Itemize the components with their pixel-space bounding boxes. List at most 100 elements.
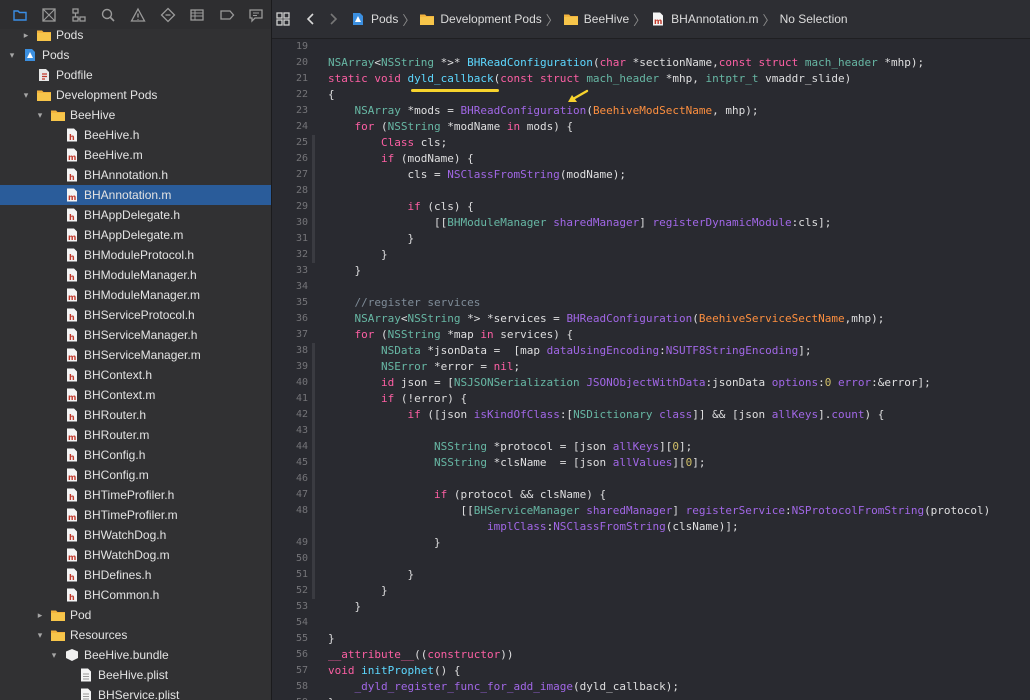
code-line[interactable]: 35 //register services: [272, 295, 1030, 311]
code-line[interactable]: 43: [272, 423, 1030, 439]
code-line[interactable]: 42 if ([json isKindOfClass:[NSDictionary…: [272, 407, 1030, 423]
code-line[interactable]: 23 NSArray *mods = BHReadConfiguration(B…: [272, 103, 1030, 119]
forward-button[interactable]: [322, 8, 344, 30]
code-line[interactable]: 37 for (NSString *map in services) {: [272, 327, 1030, 343]
code-line[interactable]: 40 id json = [NSJSONSerialization JSONOb…: [272, 375, 1030, 391]
code-fold-ribbon[interactable]: [312, 215, 315, 231]
tree-file-row[interactable]: m BHAppDelegate.m: [0, 225, 271, 245]
code-fold-ribbon[interactable]: [312, 439, 315, 455]
tree-file-row[interactable]: h BHDefines.h: [0, 565, 271, 585]
source-control-icon[interactable]: [35, 3, 65, 27]
test-icon[interactable]: [153, 3, 183, 27]
code-line[interactable]: 41 if (!error) {: [272, 391, 1030, 407]
code-line[interactable]: 22 {: [272, 87, 1030, 103]
code-fold-ribbon[interactable]: [312, 151, 315, 167]
tree-file-row[interactable]: m BHAnnotation.m: [0, 185, 271, 205]
code-fold-ribbon[interactable]: [312, 135, 315, 151]
tree-group-row[interactable]: ▸ Pod: [0, 605, 271, 625]
code-fold-ribbon[interactable]: [312, 583, 315, 599]
code-line[interactable]: 19: [272, 39, 1030, 55]
code-line[interactable]: 24 for (NSString *modName in mods) {: [272, 119, 1030, 135]
code-line[interactable]: 29 if (cls) {: [272, 199, 1030, 215]
code-fold-ribbon[interactable]: [312, 519, 315, 535]
disclosure-expanded-icon[interactable]: ▾: [48, 649, 60, 661]
find-icon[interactable]: [94, 3, 124, 27]
breadcrumb-item[interactable]: Pods: [350, 12, 398, 26]
code-fold-ribbon[interactable]: [312, 247, 315, 263]
tree-group-row[interactable]: ▾ Resources: [0, 625, 271, 645]
tree-file-row[interactable]: m BHTimeProfiler.m: [0, 505, 271, 525]
code-fold-ribbon[interactable]: [312, 375, 315, 391]
code-fold-ribbon[interactable]: [312, 551, 315, 567]
code-line[interactable]: 46: [272, 471, 1030, 487]
code-line[interactable]: 36 NSArray<NSString *> *services = BHRea…: [272, 311, 1030, 327]
tree-group-row[interactable]: ▾ Pods: [0, 45, 271, 65]
source-editor[interactable]: 19 20 NSArray<NSString *>* BHReadConfigura…: [272, 39, 1030, 700]
tree-file-row[interactable]: h BHModuleManager.h: [0, 265, 271, 285]
code-line[interactable]: 58 _dyld_register_func_for_add_image(dyl…: [272, 679, 1030, 695]
tree-file-row[interactable]: m BHServiceManager.m: [0, 345, 271, 365]
code-fold-ribbon[interactable]: [312, 407, 315, 423]
tree-file-row[interactable]: m BHRouter.m: [0, 425, 271, 445]
code-fold-ribbon[interactable]: [312, 535, 315, 551]
tree-group-row[interactable]: ▾ Development Pods: [0, 85, 271, 105]
code-fold-ribbon[interactable]: [312, 455, 315, 471]
tree-file-row[interactable]: BeeHive.plist: [0, 665, 271, 685]
code-fold-ribbon[interactable]: [312, 487, 315, 503]
tree-file-row[interactable]: m BHModuleManager.m: [0, 285, 271, 305]
symbol-icon[interactable]: [64, 3, 94, 27]
code-line[interactable]: 49 }: [272, 535, 1030, 551]
disclosure-expanded-icon[interactable]: ▾: [34, 109, 46, 121]
breadcrumb-item[interactable]: Development Pods: [419, 12, 542, 26]
tree-file-row[interactable]: h BHServiceManager.h: [0, 325, 271, 345]
issue-icon[interactable]: [123, 3, 153, 27]
code-fold-ribbon[interactable]: [312, 167, 315, 183]
code-line[interactable]: 32 }: [272, 247, 1030, 263]
code-line[interactable]: 56 __attribute__((constructor)): [272, 647, 1030, 663]
code-line[interactable]: 39 NSError *error = nil;: [272, 359, 1030, 375]
code-line[interactable]: 33 }: [272, 263, 1030, 279]
code-line[interactable]: 54: [272, 615, 1030, 631]
disclosure-expanded-icon[interactable]: ▾: [6, 49, 18, 61]
tree-file-row[interactable]: h BHAnnotation.h: [0, 165, 271, 185]
disclosure-expanded-icon[interactable]: ▾: [34, 629, 46, 641]
tree-file-row[interactable]: m BHConfig.m: [0, 465, 271, 485]
code-line[interactable]: 48 [[BHServiceManager sharedManager] reg…: [272, 503, 1030, 519]
tree-file-row[interactable]: h BHModuleProtocol.h: [0, 245, 271, 265]
tree-file-row[interactable]: h BHConfig.h: [0, 445, 271, 465]
breadcrumb-item[interactable]: No Selection: [780, 12, 848, 26]
tree-file-row[interactable]: h BeeHive.h: [0, 125, 271, 145]
tree-file-row[interactable]: h BHWatchDog.h: [0, 525, 271, 545]
tree-file-row[interactable]: Podfile: [0, 65, 271, 85]
code-line[interactable]: 28: [272, 183, 1030, 199]
code-fold-ribbon[interactable]: [312, 503, 315, 519]
code-line[interactable]: 47 if (protocol && clsName) {: [272, 487, 1030, 503]
code-line[interactable]: 50: [272, 551, 1030, 567]
code-line[interactable]: 30 [[BHModuleManager sharedManager] regi…: [272, 215, 1030, 231]
code-line[interactable]: 26 if (modName) {: [272, 151, 1030, 167]
code-line[interactable]: 44 NSString *protocol = [json allKeys][0…: [272, 439, 1030, 455]
back-button[interactable]: [300, 8, 322, 30]
code-fold-ribbon[interactable]: [312, 567, 315, 583]
tree-file-row[interactable]: h BHCommon.h: [0, 585, 271, 605]
folder-icon[interactable]: [5, 3, 35, 27]
tree-file-row[interactable]: m BHWatchDog.m: [0, 545, 271, 565]
related-items-icon[interactable]: [272, 8, 294, 30]
disclosure-collapsed-icon[interactable]: ▸: [34, 609, 46, 621]
breadcrumb-item[interactable]: m BHAnnotation.m: [650, 12, 759, 26]
debug-icon[interactable]: [182, 3, 212, 27]
tree-group-row[interactable]: ▸ Pods: [0, 25, 271, 45]
code-line[interactable]: 51 }: [272, 567, 1030, 583]
code-line[interactable]: implClass:NSClassFromString(clsName)];: [272, 519, 1030, 535]
code-line[interactable]: 34: [272, 279, 1030, 295]
tree-file-row[interactable]: h BHRouter.h: [0, 405, 271, 425]
code-line[interactable]: 59}: [272, 695, 1030, 700]
code-line[interactable]: 53 }: [272, 599, 1030, 615]
code-line[interactable]: 27 cls = NSClassFromString(modName);: [272, 167, 1030, 183]
code-line[interactable]: 21 static void dyld_callback(const struct…: [272, 71, 1030, 87]
report-icon[interactable]: [242, 3, 272, 27]
tree-file-row[interactable]: h BHTimeProfiler.h: [0, 485, 271, 505]
code-line[interactable]: 25 Class cls;: [272, 135, 1030, 151]
tree-file-row[interactable]: h BHAppDelegate.h: [0, 205, 271, 225]
breadcrumb-item[interactable]: BeeHive: [563, 12, 629, 26]
